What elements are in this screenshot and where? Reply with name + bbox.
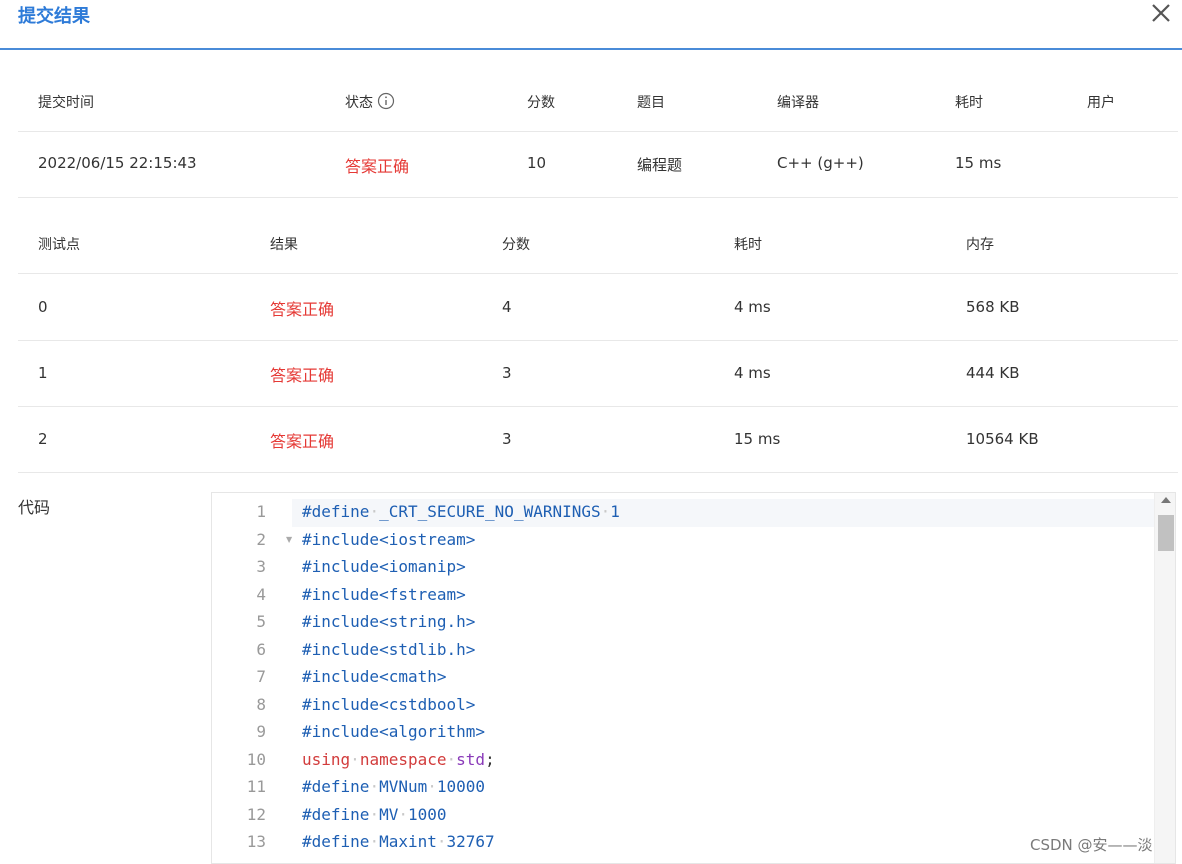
line-number: 11 (246, 777, 266, 796)
code-line[interactable]: #include<cstdbool> (292, 692, 1154, 720)
table-row: 1 答案正确 3 4 ms 444 KB (18, 341, 1178, 407)
header-testcase: 测试点 (38, 237, 80, 253)
code-line[interactable]: #include<fstream> (292, 582, 1154, 610)
close-icon[interactable] (1148, 0, 1174, 26)
close-button[interactable] (1148, 0, 1174, 26)
status-text: 答案正确 (345, 157, 410, 176)
testcase-score: 4 (502, 298, 512, 316)
code-line[interactable]: #include<string.h> (292, 609, 1154, 637)
header-memory: 内存 (966, 237, 994, 253)
header-result: 结果 (270, 237, 298, 253)
testcase-id: 2 (38, 430, 48, 448)
code-text: #include<cmath> (302, 667, 447, 686)
code-text: #include<iostream> (302, 529, 476, 549)
code-text: #define·MV·1000 (302, 804, 447, 824)
code-text: #define·Maxint·32767 (302, 832, 495, 851)
code-line[interactable]: #define·MV·1000 (292, 802, 1154, 830)
header-tc-time: 耗时 (734, 237, 762, 253)
elapsed-time: 15 ms (955, 154, 1002, 172)
header-elapsed: 耗时 (955, 95, 983, 111)
code-line[interactable]: #include<cmath> (292, 664, 1154, 692)
line-number: 9 (256, 722, 266, 741)
code-line[interactable]: #define·_CRT_SECURE_NO_WARNINGS·1 (292, 499, 1154, 527)
code-line[interactable]: #include<iomanip> (292, 554, 1154, 582)
code-text: #include<stdlib.h> (302, 639, 476, 659)
code-text: #include<algorithm> (302, 722, 486, 741)
scroll-up-arrow-icon[interactable] (1161, 497, 1171, 503)
testcase-memory: 568 KB (966, 298, 1020, 316)
line-number: 7 (256, 667, 266, 686)
watermark: CSDN @安——淡 (1030, 836, 1153, 854)
code-text: #include<iomanip> (302, 557, 466, 576)
testcase-result: 答案正确 (270, 432, 335, 451)
submit-time: 2022/06/15 22:15:43 (38, 154, 197, 172)
line-number: 2 (256, 529, 266, 549)
compiler: C++ (g++) (777, 154, 864, 172)
problem-type: 编程题 (637, 156, 683, 174)
testcase-score: 3 (502, 364, 512, 382)
line-number: 6 (256, 639, 266, 659)
header-score: 分数 (527, 95, 555, 111)
header-problem: 题目 (637, 95, 665, 111)
dialog-title: 提交结果 (18, 6, 90, 27)
vertical-scrollbar[interactable] (1154, 493, 1175, 863)
line-number-gutter: 1 2 ▼ 3 4 5 6 7 8 9 10 11 12 13 (212, 493, 292, 863)
code-text: #define·_CRT_SECURE_NO_WARNINGS·1 (302, 502, 620, 521)
testcase-time: 4 ms (734, 364, 771, 382)
line-number: 12 (246, 804, 266, 824)
summary-header-row: 提交时间 状态 分数 题目 编译器 耗时 用户 (18, 70, 1178, 132)
code-text: #define·MVNum·10000 (302, 777, 486, 796)
code-line[interactable]: #define·Maxint·32767 (292, 829, 1154, 857)
code-line[interactable]: #include<stdlib.h> (292, 637, 1154, 665)
testcase-result: 答案正确 (270, 300, 335, 319)
header-status: 状态 (345, 92, 395, 112)
testcase-id: 1 (38, 364, 48, 382)
code-editor[interactable]: 1 2 ▼ 3 4 5 6 7 8 9 10 11 12 13 #define·_CRT_SECURE_N… (211, 492, 1176, 864)
summary-row: 2022/06/15 22:15:43 答案正确 10 编程题 C++ (g++… (18, 132, 1178, 198)
code-text: #include<fstream> (302, 584, 466, 604)
info-icon[interactable] (377, 92, 395, 110)
code-text: #include<cstdbool> (302, 694, 476, 714)
header-submit-time: 提交时间 (38, 95, 94, 111)
testcase-time: 15 ms (734, 430, 781, 448)
line-number: 10 (246, 749, 266, 769)
code-text: using·namespace·std; (302, 749, 495, 769)
testcase-id: 0 (38, 298, 48, 316)
testcase-memory: 10564 KB (966, 430, 1039, 448)
testcase-time: 4 ms (734, 298, 771, 316)
line-number: 1 (256, 502, 266, 521)
scroll-thumb[interactable] (1158, 515, 1174, 551)
dialog-header: 提交结果 (0, 0, 1182, 50)
table-row: 2 答案正确 3 15 ms 10564 KB (18, 407, 1178, 473)
line-number: 5 (256, 612, 266, 631)
table-row: 0 答案正确 4 4 ms 568 KB (18, 274, 1178, 341)
testcase-header-row: 测试点 结果 分数 耗时 内存 (18, 198, 1178, 274)
line-number: 3 (256, 557, 266, 576)
code-line[interactable]: #include<algorithm> (292, 719, 1154, 747)
code-line[interactable]: #include<iostream> (292, 527, 1154, 555)
code-text: #include<string.h> (302, 612, 476, 631)
testcase-score: 3 (502, 430, 512, 448)
testcase-result: 答案正确 (270, 366, 335, 385)
header-user: 用户 (1087, 95, 1115, 111)
line-number: 13 (246, 832, 266, 851)
header-tc-score: 分数 (502, 237, 530, 253)
code-label: 代码 (18, 498, 51, 517)
code-line[interactable]: using·namespace·std; (292, 747, 1154, 775)
testcase-memory: 444 KB (966, 364, 1020, 382)
line-number: 4 (256, 584, 266, 604)
total-score: 10 (527, 154, 547, 172)
header-compiler: 编译器 (777, 95, 819, 111)
code-line[interactable]: #define·MVNum·10000 (292, 774, 1154, 802)
code-area[interactable]: #define·_CRT_SECURE_NO_WARNINGS·1 #includ… (292, 493, 1154, 863)
line-number: 8 (256, 694, 266, 714)
